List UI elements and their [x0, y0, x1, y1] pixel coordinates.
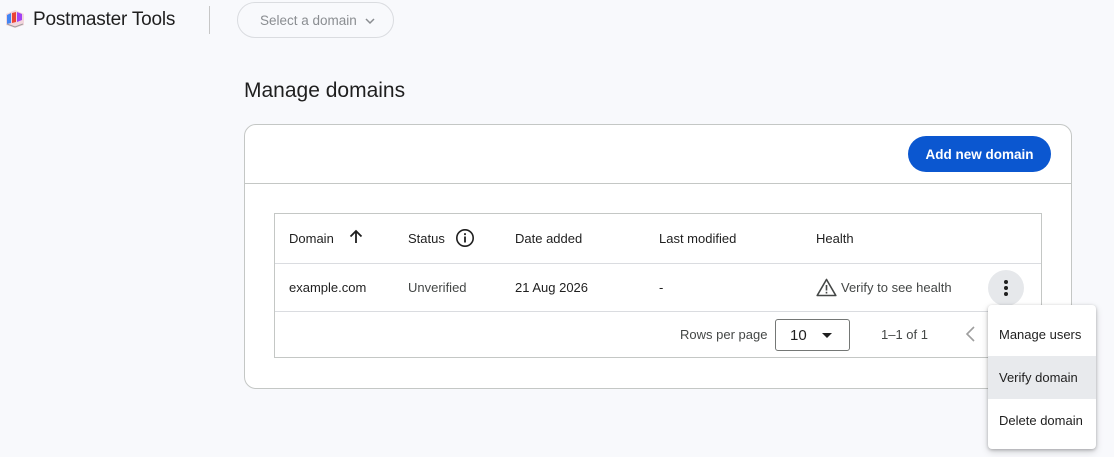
chevron-down-icon	[365, 18, 375, 25]
domain-select-placeholder: Select a domain	[260, 12, 357, 28]
card-toolbar: Add new domain	[245, 125, 1071, 184]
rows-per-page-label: Rows per page	[680, 327, 768, 342]
table-row[interactable]: example.com Unverified 21 Aug 2026 - Ver…	[275, 264, 1041, 312]
domain-select[interactable]: Select a domain	[237, 2, 394, 38]
pagination-range: 1–1 of 1	[881, 327, 928, 342]
add-new-domain-button[interactable]: Add new domain	[908, 136, 1051, 172]
health-cell: Verify to see health	[841, 280, 952, 295]
top-bar: Postmaster Tools Select a domain	[0, 0, 1114, 40]
menu-item-delete-domain[interactable]: Delete domain	[988, 399, 1096, 442]
info-icon[interactable]	[455, 228, 475, 248]
row-actions-button[interactable]	[988, 270, 1024, 306]
header-divider	[209, 6, 210, 34]
page-title: Manage domains	[244, 79, 406, 102]
domain-cell: example.com	[289, 280, 367, 295]
table-footer: Rows per page 10 1–1 of 1	[275, 312, 1041, 357]
menu-item-verify-domain[interactable]: Verify domain	[988, 356, 1096, 399]
rows-per-page-value: 10	[790, 327, 807, 344]
chevron-left-icon[interactable]	[965, 325, 977, 343]
domains-table: Domain Status Date added Last modified H…	[274, 213, 1042, 358]
header-health: Health	[816, 231, 854, 246]
table-header-row: Domain Status Date added Last modified H…	[275, 214, 1041, 264]
header-status: Status	[408, 231, 445, 246]
row-actions-menu: Manage users Verify domain Delete domain	[988, 305, 1096, 449]
header-last-modified: Last modified	[659, 231, 737, 246]
rows-per-page-select[interactable]: 10	[775, 319, 850, 351]
app-title: Postmaster Tools	[33, 9, 176, 30]
last-modified-cell: -	[659, 280, 664, 295]
header-domain[interactable]: Domain	[289, 231, 334, 246]
menu-item-manage-users[interactable]: Manage users	[988, 313, 1096, 356]
status-cell: Unverified	[408, 280, 467, 295]
more-vert-icon	[1004, 280, 1008, 284]
date-added-cell: 21 Aug 2026	[515, 280, 589, 295]
postmaster-logo-icon[interactable]	[4, 9, 26, 29]
header-date-added: Date added	[515, 231, 583, 246]
warning-icon	[816, 278, 837, 297]
dropdown-caret-icon	[822, 333, 832, 338]
arrow-up-icon[interactable]	[347, 228, 365, 246]
